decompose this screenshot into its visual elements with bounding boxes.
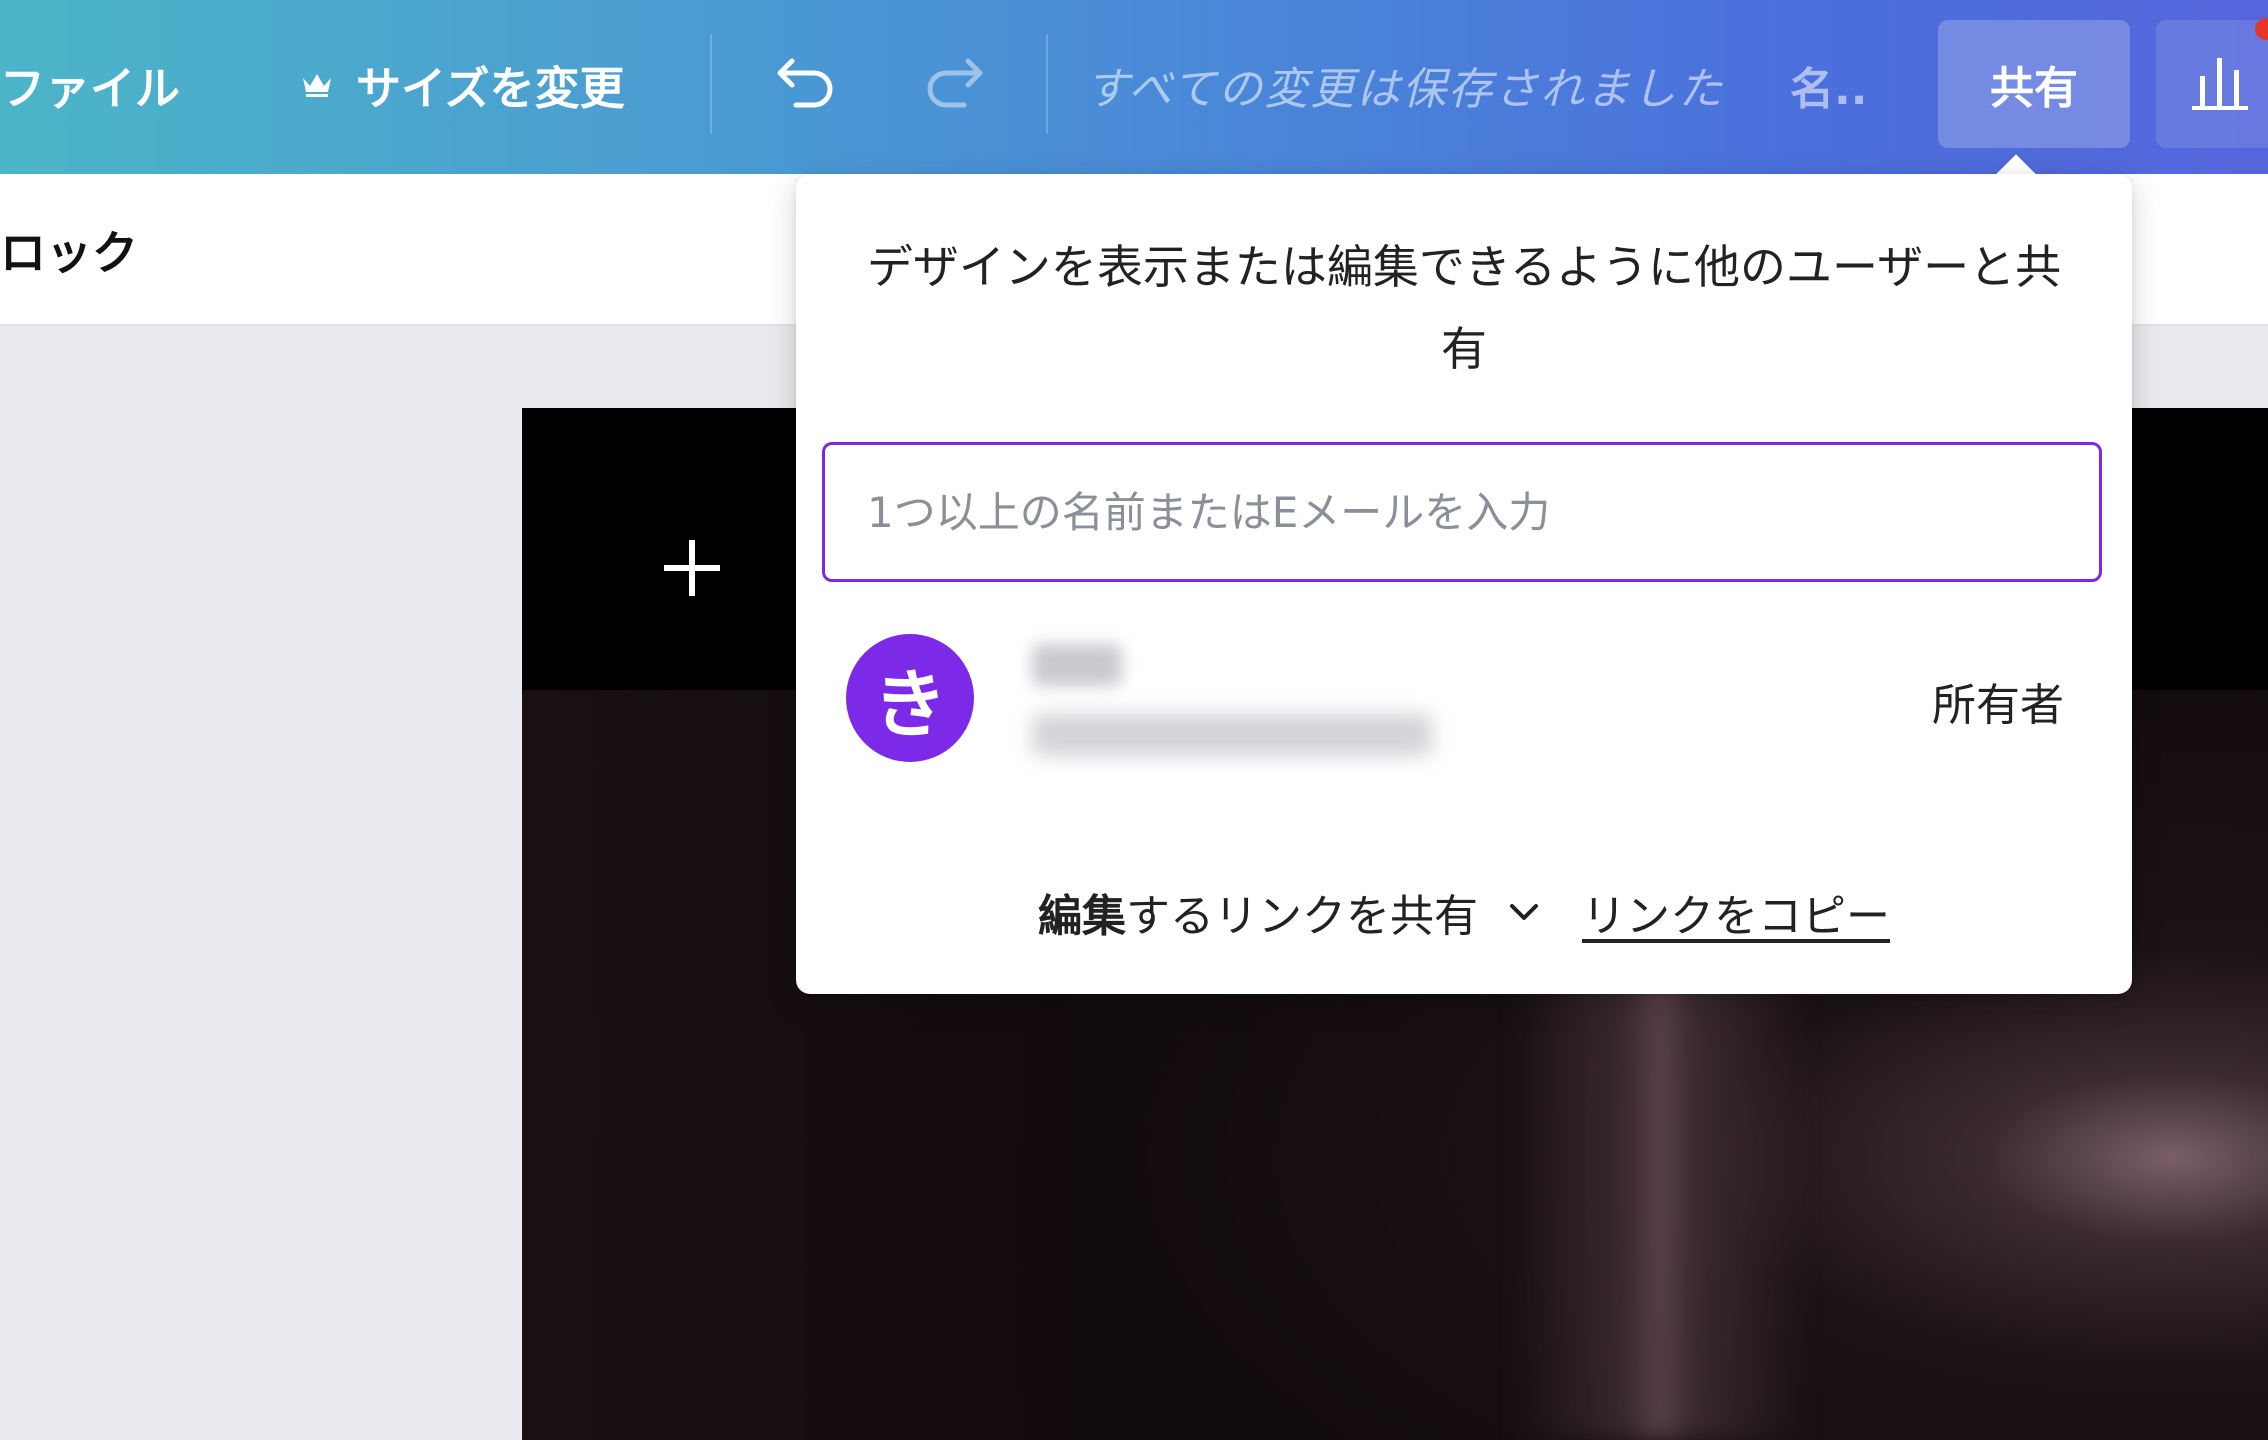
toolbar-divider — [710, 34, 712, 134]
link-permission-text: するリンクを共有 — [1126, 891, 1478, 942]
user-email-blurred — [1032, 714, 1432, 756]
file-menu-button[interactable]: ファイル — [0, 50, 180, 118]
copy-link-button[interactable]: リンクをコピー — [1582, 880, 1890, 944]
redo-icon — [922, 53, 986, 113]
undo-button[interactable] — [770, 50, 842, 116]
design-light-streak — [1510, 940, 1810, 1440]
plus-icon — [660, 536, 724, 604]
share-recipient-input[interactable] — [822, 442, 2102, 582]
design-name-field[interactable]: 名.. — [1790, 52, 1867, 118]
file-menu-label: ファイル — [0, 61, 181, 115]
redo-button[interactable] — [918, 50, 990, 116]
avatar-initial: き — [873, 661, 947, 748]
resize-button[interactable]: サイズを変更 — [300, 50, 625, 118]
share-label: 共有 — [1990, 63, 2078, 114]
share-footer: 編集 するリンクを共有 リンクをコピー — [796, 874, 2132, 950]
toolbar-divider — [1046, 34, 1048, 134]
share-popover: デザインを表示または編集できるように他のユーザーと共有 き 所有者 編集 するリ… — [796, 174, 2132, 994]
bar-chart-icon — [2186, 52, 2252, 116]
crown-icon — [300, 70, 334, 98]
chevron-down-icon — [1506, 900, 1542, 924]
lock-button[interactable]: ロック — [0, 214, 138, 286]
link-permission-dropdown[interactable]: 編集 するリンクを共有 — [1038, 880, 1582, 944]
share-button[interactable]: 共有 — [1938, 20, 2130, 148]
avatar: き — [846, 634, 974, 762]
resize-label: サイズを変更 — [356, 61, 625, 115]
undo-icon — [774, 53, 838, 113]
save-status-text: すべての変更は保存されました — [1085, 64, 1725, 115]
share-popover-title: デザインを表示または編集できるように他のユーザーと共有 — [866, 240, 2062, 376]
user-info-blurred — [1002, 614, 1522, 784]
user-role-label: 所有者 — [1932, 680, 2064, 731]
top-toolbar: ファイル サイズを変更 すべての変更は保存されました 名.. 共有 — [0, 0, 2268, 174]
add-element-button[interactable] — [652, 530, 732, 610]
user-name-blurred — [1032, 644, 1122, 686]
link-permission-bold: 編集 — [1038, 891, 1126, 942]
insights-button[interactable] — [2156, 20, 2268, 148]
